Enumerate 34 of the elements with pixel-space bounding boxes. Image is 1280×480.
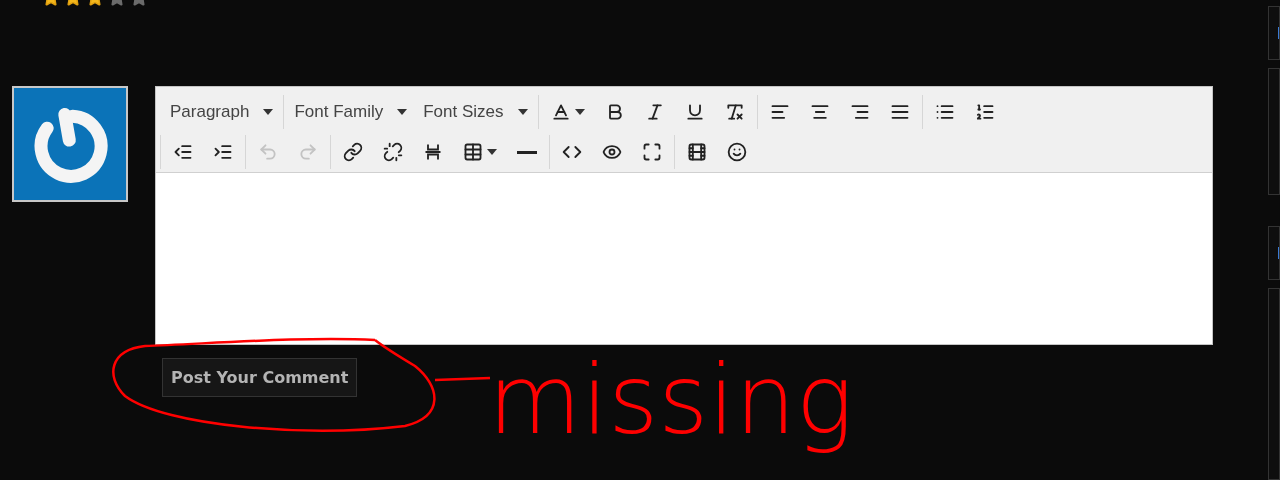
undo-icon (258, 142, 278, 162)
bullet-list-icon (934, 102, 955, 122)
text-color-icon (550, 102, 571, 122)
emoticon-icon (727, 142, 747, 162)
link-icon (343, 142, 363, 162)
fullscreen-icon (642, 142, 662, 162)
align-right-icon (849, 102, 870, 122)
caret-icon (397, 109, 408, 115)
clear-formatting-icon (724, 102, 745, 122)
annotation-text: missing (488, 343, 854, 458)
post-comment-button[interactable]: Post Your Comment (162, 358, 358, 397)
table-icon (463, 142, 483, 162)
outdent-icon (173, 142, 193, 162)
align-left-icon (769, 102, 790, 122)
indent-icon (213, 142, 233, 162)
panel-marker (1278, 247, 1279, 260)
redo-icon (298, 142, 318, 162)
horizontal-rule-icon (517, 150, 537, 154)
unlink-icon (383, 142, 403, 162)
preview-icon (602, 142, 622, 162)
caret-icon (574, 109, 585, 115)
format-dropdown[interactable]: Paragraph (164, 97, 280, 127)
caret-icon (263, 109, 274, 115)
caret-icon (487, 149, 497, 155)
caret-icon (517, 109, 528, 115)
page-break-icon (423, 142, 443, 162)
panel-marker (1278, 26, 1279, 39)
align-justify-icon (889, 102, 910, 122)
underline-icon (684, 102, 705, 122)
numbered-list-icon (974, 102, 995, 122)
align-center-icon (809, 102, 830, 122)
media-icon (687, 142, 707, 162)
format-dropdown[interactable]: Font Sizes (417, 97, 534, 127)
format-dropdown[interactable]: Font Family (288, 97, 414, 127)
